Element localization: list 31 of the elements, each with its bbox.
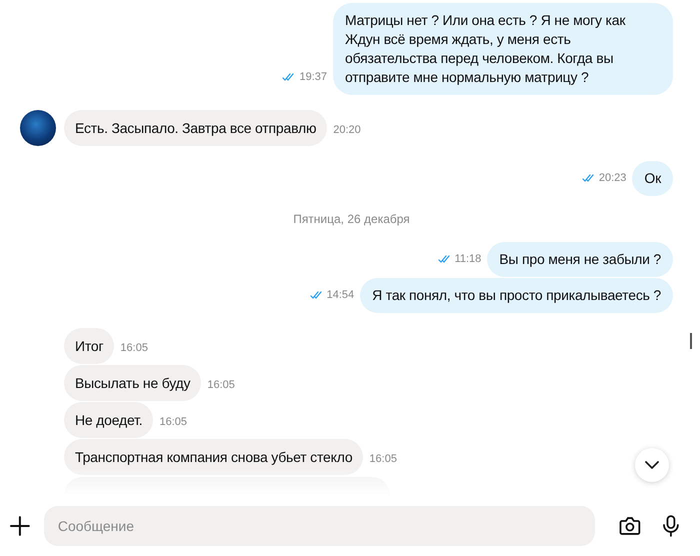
message-time: 16:05 bbox=[369, 452, 397, 467]
message-bubble: Я так понял, что вы просто прикалываетесь ? bbox=[360, 278, 673, 313]
chevron-down-icon bbox=[645, 461, 659, 469]
message-time: 20:20 bbox=[333, 122, 361, 138]
scroll-down-button[interactable] bbox=[635, 448, 669, 482]
double-check-icon bbox=[582, 174, 595, 182]
scrollbar-mark bbox=[690, 333, 692, 349]
date-separator: Пятница, 26 декабря bbox=[293, 211, 410, 228]
message-bubble: Итог bbox=[64, 328, 114, 364]
message-time: 19:37 bbox=[299, 70, 327, 84]
message-time: 20:23 bbox=[598, 170, 626, 186]
plus-icon[interactable] bbox=[10, 516, 30, 536]
double-check-icon bbox=[282, 72, 296, 81]
double-check-icon bbox=[438, 254, 451, 263]
message-input[interactable]: Сообщение bbox=[44, 506, 596, 546]
message-bubble: Есть. Засыпало. Завтра все отправлю bbox=[64, 110, 328, 146]
message-bubble: Не доедет. bbox=[64, 402, 154, 438]
message-time: 11:18 bbox=[454, 252, 482, 266]
double-check-icon bbox=[310, 290, 323, 299]
message-bubble: Транспортная компания снова убьет стекло bbox=[64, 439, 364, 475]
message-bubble: Матрицы нет ? Или она есть ? Я не могу как Ждун всё время ждать, у меня есть обязательства перед человеком. Когда вы отправите мне нормальную матрицу ? bbox=[333, 3, 673, 95]
message-time: 14:54 bbox=[326, 288, 354, 302]
message-bubble: Высылать не буду bbox=[64, 365, 202, 401]
message-bubble: Ок bbox=[632, 161, 673, 196]
message-time: 16:05 bbox=[207, 378, 235, 393]
message-bubble: Вы про меня не забыли ? bbox=[487, 242, 673, 277]
microphone-icon[interactable] bbox=[662, 515, 680, 537]
message-time: 16:05 bbox=[120, 340, 148, 356]
camera-icon[interactable] bbox=[619, 516, 642, 536]
message-time: 16:05 bbox=[159, 414, 187, 430]
avatar[interactable] bbox=[20, 110, 56, 146]
